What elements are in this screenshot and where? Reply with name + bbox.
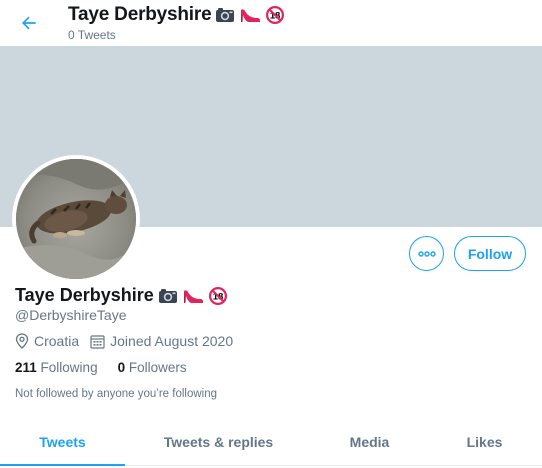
more-horizontal-icon (417, 250, 436, 257)
follow-button[interactable]: Follow (454, 236, 526, 271)
avatar-image-cat (16, 159, 136, 279)
following-count: 211 (15, 360, 37, 375)
profile-name-row: Taye Derbyshire 18 (15, 285, 228, 306)
header-name: Taye Derbyshire (68, 4, 212, 25)
follow-stats: 211 Following 0 Followers (15, 360, 207, 375)
location-text: Croatia (34, 333, 80, 349)
tab-tweets-replies[interactable]: Tweets & replies (125, 418, 312, 465)
followers-count: 0 (117, 360, 126, 375)
location-pin-icon (15, 333, 29, 349)
profile-handle: @DerbyshireTaye (15, 307, 127, 323)
location: Croatia (15, 333, 79, 349)
camera-icon (216, 8, 235, 22)
profile-tabs: Tweets Tweets & replies Media Likes (0, 418, 542, 466)
profile-meta: Croatia Joined August 2020 (15, 333, 244, 349)
followers-link[interactable]: 0 Followers (118, 360, 187, 375)
tab-media[interactable]: Media (312, 418, 427, 465)
profile-header: Taye Derbyshire 18 0 Tweets (0, 0, 542, 46)
arrow-left-icon (22, 16, 36, 30)
header-title: Taye Derbyshire 18 (68, 4, 285, 26)
high-heel-icon (183, 289, 203, 303)
followed-by-note: Not followed by anyone you’re following (15, 388, 218, 400)
no-under-18-icon: 18 (208, 286, 227, 305)
avatar[interactable] (12, 155, 140, 283)
calendar-icon (90, 334, 105, 349)
following-link[interactable]: 211 Following (15, 360, 98, 375)
join-date: Joined August 2020 (90, 333, 233, 349)
camera-icon (158, 288, 177, 303)
profile-name: Taye Derbyshire (15, 285, 154, 305)
high-heel-icon (241, 9, 261, 22)
following-label: Following (40, 360, 98, 375)
tweet-count: 0 Tweets (68, 28, 116, 42)
join-date-text: Joined August 2020 (110, 333, 234, 349)
back-button[interactable] (14, 8, 44, 38)
tab-tweets[interactable]: Tweets (0, 418, 125, 466)
followers-label: Followers (128, 360, 187, 375)
more-options-button[interactable] (409, 236, 444, 271)
tab-likes[interactable]: Likes (427, 418, 542, 465)
no-under-18-icon: 18 (266, 6, 285, 24)
